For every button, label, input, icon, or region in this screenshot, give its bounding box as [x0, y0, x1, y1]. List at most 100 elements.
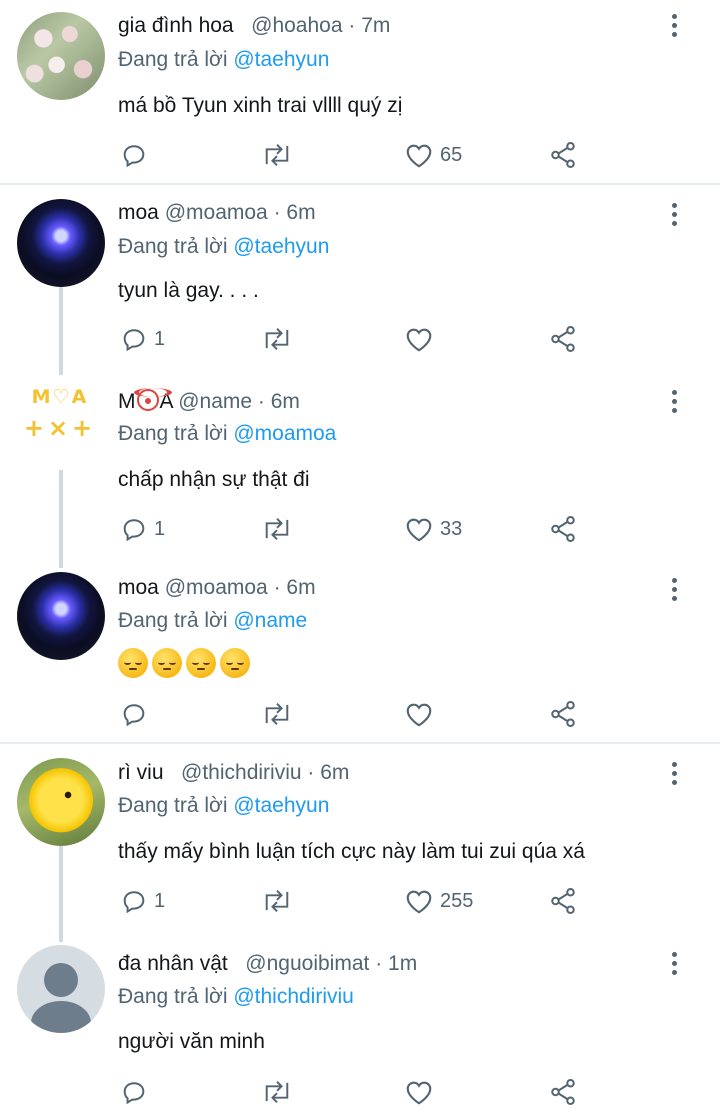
reply-icon: [123, 329, 145, 352]
timestamp: · 6m: [273, 201, 316, 224]
retweet-icon: [265, 144, 289, 166]
reply-button[interactable]: 1: [120, 324, 165, 354]
more-options-icon[interactable]: [664, 390, 684, 416]
share-button[interactable]: [548, 886, 578, 916]
retweet-icon: [265, 518, 289, 540]
tweet[interactable]: rì viu @thichdiriviu · 6m Đang trả lời @…: [0, 744, 720, 942]
avatar[interactable]: [17, 12, 105, 100]
retweet-button[interactable]: [261, 140, 299, 170]
retweet-icon: [265, 328, 289, 350]
reply-prefix: Đang trả lời: [118, 235, 228, 258]
more-options-icon[interactable]: [664, 578, 684, 604]
more-options-icon[interactable]: [664, 952, 684, 978]
tweet-text: má bồ Tyun xinh trai vllll quý zị: [118, 94, 403, 117]
retweet-button[interactable]: [261, 699, 299, 729]
display-name[interactable]: gia đình hoa: [118, 14, 234, 37]
reply-mention[interactable]: @thichdiriviu: [233, 985, 354, 1008]
avatar[interactable]: [17, 572, 105, 660]
tweet-text: tyun là gay. . . .: [118, 279, 259, 302]
tweet-text: chấp nhận sự thật đi: [118, 468, 310, 491]
display-name[interactable]: đa nhân vật: [118, 952, 228, 975]
share-button[interactable]: [548, 514, 578, 544]
pensive-face-icon: [118, 648, 148, 678]
share-icon: [551, 888, 575, 914]
pensive-face-icon: [220, 648, 250, 678]
retweet-button[interactable]: [261, 514, 299, 544]
reply-mention[interactable]: @taehyun: [233, 794, 329, 817]
heart-icon: [406, 703, 432, 727]
tweet[interactable]: moa @moamoa · 6m Đang trả lời @taehyun t…: [0, 185, 720, 375]
retweet-button[interactable]: [261, 1077, 299, 1107]
retweet-button[interactable]: [261, 324, 299, 354]
reply-mention[interactable]: @name: [233, 609, 307, 632]
tweet[interactable]: gia đình hoa @hoahoa · 7m Đang trả lời @…: [0, 0, 720, 184]
user-handle[interactable]: @thichdiriviu: [181, 761, 302, 784]
user-handle[interactable]: @moamoa: [165, 576, 268, 599]
avatar[interactable]: M♡A +×+: [20, 386, 100, 456]
reply-icon: [123, 891, 145, 914]
timestamp: · 6m: [307, 761, 350, 784]
reply-button[interactable]: 1: [120, 514, 165, 544]
reply-count: 1: [154, 327, 166, 350]
avatar-logo-top: M♡A: [31, 386, 89, 408]
reply-count: 1: [154, 517, 166, 540]
reply-context: Đang trả lời @taehyun: [118, 48, 329, 72]
user-handle[interactable]: @nguoibimat: [245, 952, 369, 975]
more-options-icon[interactable]: [664, 762, 684, 788]
tweet[interactable]: M♡A +×+ MA @name · 6m Đang trả lời @moam…: [0, 372, 720, 568]
reply-prefix: Đang trả lời: [118, 794, 228, 817]
reply-mention[interactable]: @moamoa: [233, 422, 336, 445]
thread-line: [59, 285, 63, 375]
heart-icon: [406, 144, 432, 168]
display-name[interactable]: rì viu: [118, 761, 164, 784]
reply-prefix: Đang trả lời: [118, 48, 228, 71]
share-button[interactable]: [548, 324, 578, 354]
avatar[interactable]: [17, 199, 105, 287]
share-icon: [551, 1079, 575, 1105]
tweet-header: moa @moamoa · 6m: [118, 576, 316, 600]
user-handle[interactable]: @hoahoa: [251, 14, 342, 37]
like-button[interactable]: 255: [404, 886, 473, 916]
heart-icon: [406, 1081, 432, 1105]
tweet-header: rì viu @thichdiriviu · 6m: [118, 761, 349, 785]
clown-face-icon: [133, 388, 172, 411]
display-name[interactable]: moa: [118, 201, 159, 224]
tweet[interactable]: đa nhân vật @nguoibimat · 1m Đang trả lờ…: [0, 934, 720, 1117]
thread-line: [59, 470, 63, 568]
default-avatar-icon: [44, 963, 78, 997]
like-button[interactable]: 33: [404, 514, 462, 544]
share-button[interactable]: [548, 140, 578, 170]
like-button[interactable]: 65: [404, 140, 462, 170]
reply-prefix: Đang trả lời: [118, 985, 228, 1008]
like-button[interactable]: [404, 1077, 440, 1107]
reply-button[interactable]: [120, 140, 154, 170]
avatar[interactable]: [17, 758, 105, 846]
reply-button[interactable]: [120, 699, 154, 729]
reply-button[interactable]: [120, 1077, 154, 1107]
share-button[interactable]: [548, 1077, 578, 1107]
share-icon: [551, 701, 575, 727]
retweet-button[interactable]: [261, 886, 299, 916]
reply-button[interactable]: 1: [120, 886, 165, 916]
reply-context: Đang trả lời @name: [118, 609, 307, 633]
user-handle[interactable]: @moamoa: [165, 201, 268, 224]
like-button[interactable]: [404, 699, 440, 729]
reply-mention[interactable]: @taehyun: [233, 235, 329, 258]
reply-icon: [123, 704, 145, 727]
tweet-header: gia đình hoa @hoahoa · 7m: [118, 14, 390, 38]
more-options-icon[interactable]: [664, 14, 684, 40]
reply-context: Đang trả lời @moamoa: [118, 422, 336, 446]
display-name[interactable]: moa: [118, 576, 159, 599]
avatar[interactable]: [17, 945, 105, 1033]
thread-line: [59, 846, 63, 942]
like-button[interactable]: [404, 324, 440, 354]
tweet-text: thấy mấy bình luận tích cực này làm tui …: [118, 840, 585, 863]
tweet[interactable]: moa @moamoa · 6m Đang trả lời @name: [0, 560, 720, 742]
reply-mention[interactable]: @taehyun: [233, 48, 329, 71]
reply-count: 1: [154, 889, 166, 912]
user-handle[interactable]: @name: [178, 390, 252, 413]
more-options-icon[interactable]: [664, 203, 684, 229]
share-button[interactable]: [548, 699, 578, 729]
reply-prefix: Đang trả lời: [118, 609, 228, 632]
display-name[interactable]: MA: [118, 388, 172, 413]
